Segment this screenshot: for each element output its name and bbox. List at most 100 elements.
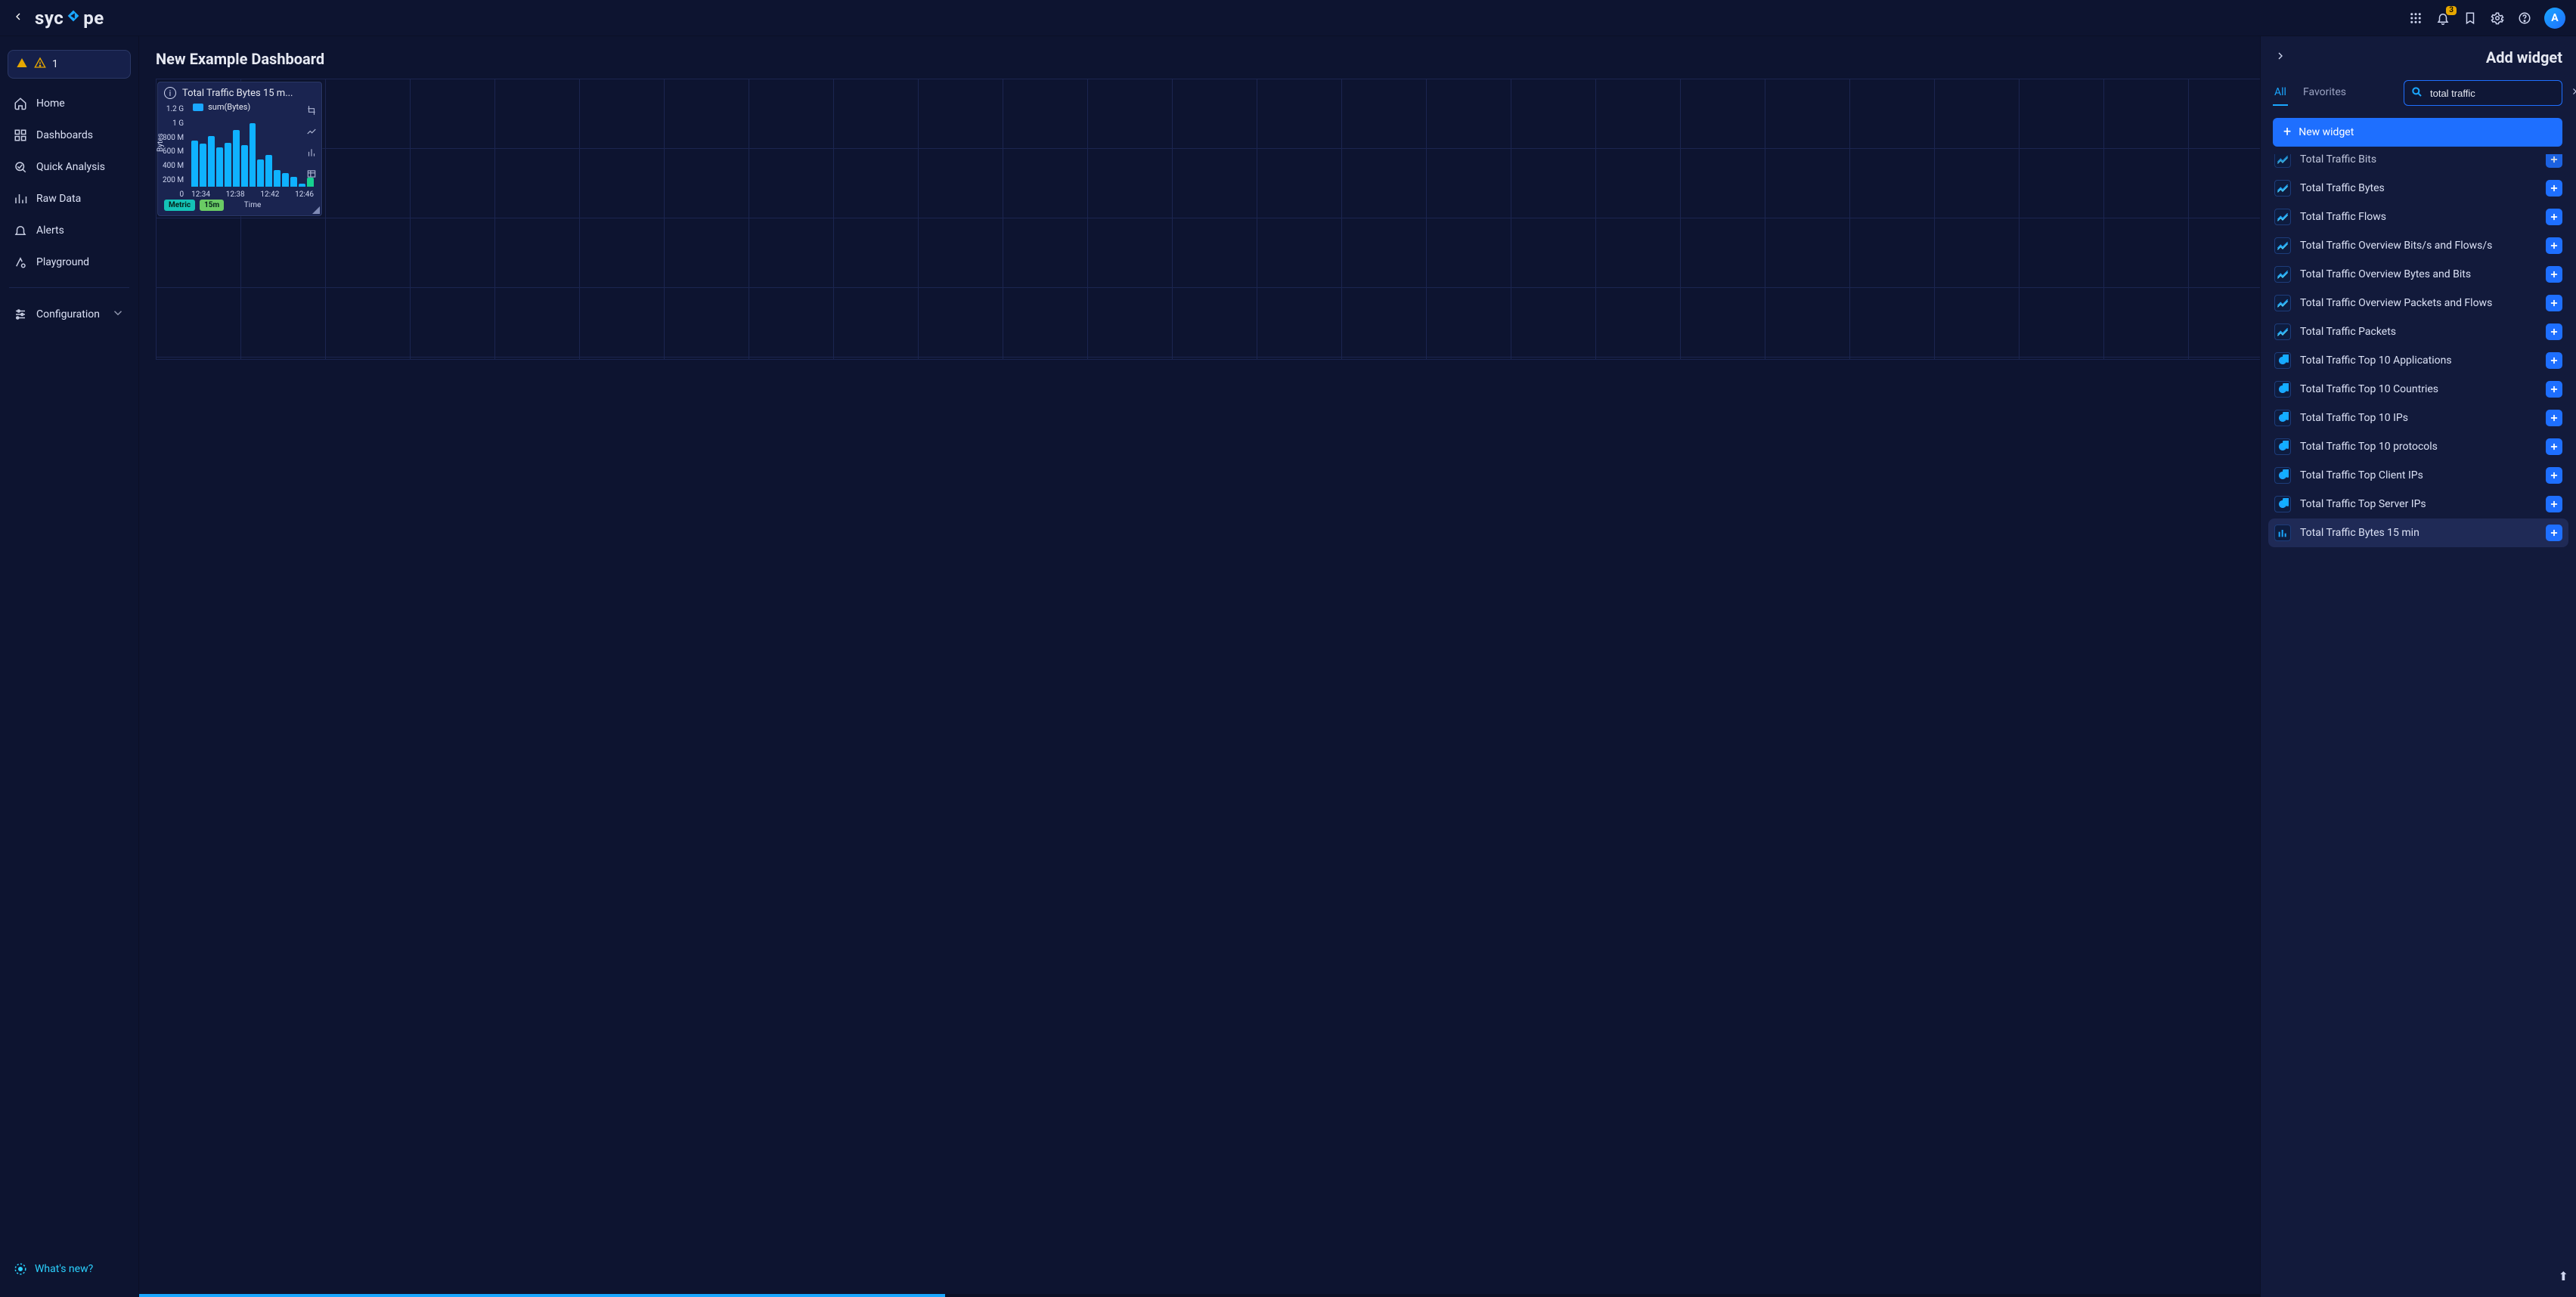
add-widget-button[interactable] [2546, 323, 2562, 340]
gear-icon[interactable] [2490, 11, 2505, 26]
tabs: All Favorites [2273, 80, 2348, 106]
legend-swatch-icon [193, 104, 203, 111]
collapse-panel-icon[interactable] [2271, 47, 2289, 68]
sidebar-item-home[interactable]: Home [6, 89, 132, 118]
widget-type-bar-icon [2274, 525, 2291, 541]
sidebar-item-quick-analysis[interactable]: Quick Analysis [6, 153, 132, 181]
list-item[interactable]: Total Traffic Overview Bytes and Bits [2268, 260, 2568, 289]
list-item-label: Total Traffic Bytes [2300, 182, 2537, 194]
tag-time: 15m [200, 200, 224, 211]
table-icon[interactable] [306, 169, 317, 182]
add-widget-button[interactable] [2546, 266, 2562, 283]
info-icon[interactable]: i [164, 87, 176, 99]
back-button[interactable] [8, 8, 29, 29]
bar [191, 141, 198, 187]
list-item[interactable]: Total Traffic Top Server IPs [2268, 490, 2568, 518]
logo-mark-icon [65, 8, 82, 29]
bar [290, 177, 297, 187]
add-widget-button[interactable] [2546, 352, 2562, 369]
add-widget-button[interactable] [2546, 154, 2562, 168]
plus-icon: + [2283, 125, 2291, 139]
help-icon[interactable] [2517, 11, 2532, 26]
list-item-label: Total Traffic Overview Bits/s and Flows/… [2300, 240, 2537, 252]
widget-type-pie-icon [2274, 438, 2291, 455]
list-item[interactable]: Total Traffic Top 10 Countries [2268, 375, 2568, 404]
logo[interactable]: syc pe [35, 8, 104, 29]
widget-total-traffic-bytes-15min[interactable]: i Total Traffic Bytes 15 m... Bytes 1.2 … [157, 82, 322, 216]
bar [274, 170, 281, 187]
layout-grid[interactable] [156, 79, 2260, 360]
add-widget-button[interactable] [2546, 295, 2562, 311]
list-item[interactable]: Total Traffic Bits [2268, 154, 2568, 174]
warning-solid-icon [16, 57, 28, 72]
sidebar-item-label: Raw Data [36, 193, 81, 205]
bar [250, 123, 256, 187]
add-widget-button[interactable] [2546, 180, 2562, 197]
sidebar-item-alerts[interactable]: Alerts [6, 216, 132, 245]
sidebar-item-dashboards[interactable]: Dashboards [6, 121, 132, 150]
list-item[interactable]: Total Traffic Packets [2268, 317, 2568, 346]
canvas: New Example Dashboard i Total Traffic By… [139, 36, 2260, 1297]
resize-handle[interactable] [312, 206, 320, 214]
sidebar-item-raw-data[interactable]: Raw Data [6, 184, 132, 213]
bar [299, 184, 305, 187]
add-widget-button[interactable] [2546, 438, 2562, 455]
widget-type-pie-icon [2274, 496, 2291, 512]
list-item[interactable]: Total Traffic Bytes 15 min [2268, 518, 2568, 547]
bar [282, 173, 289, 187]
whats-new[interactable]: What's new? [6, 1255, 132, 1289]
search-input[interactable] [2429, 87, 2565, 100]
bar-chart-icon[interactable] [306, 147, 317, 161]
clear-search-icon[interactable] [2571, 86, 2576, 100]
list-item[interactable]: Total Traffic Bytes [2268, 174, 2568, 203]
add-widget-button[interactable] [2546, 467, 2562, 484]
bookmark-icon[interactable] [2463, 11, 2478, 26]
sidebar-item-configuration[interactable]: Configuration [6, 299, 132, 330]
apps-grid-icon[interactable] [2408, 11, 2423, 26]
chart-legend: sum(Bytes) [193, 102, 250, 112]
tag-metric: Metric [164, 200, 195, 211]
widget-type-line-icon [2274, 154, 2291, 168]
list-item-label: Total Traffic Packets [2300, 326, 2537, 338]
list-item-label: Total Traffic Overview Bytes and Bits [2300, 268, 2537, 280]
search-icon [2410, 85, 2423, 101]
widget-type-pie-icon [2274, 467, 2291, 484]
list-item-label: Total Traffic Bytes 15 min [2300, 527, 2537, 539]
sidebar-item-label: Alerts [36, 224, 64, 237]
widget-type-line-icon [2274, 295, 2291, 311]
list-item[interactable]: Total Traffic Top 10 protocols [2268, 432, 2568, 461]
list-item[interactable]: Total Traffic Overview Bits/s and Flows/… [2268, 231, 2568, 260]
list-item[interactable]: Total Traffic Top 10 Applications [2268, 346, 2568, 375]
sidebar-item-playground[interactable]: Playground [6, 248, 132, 277]
warning-outline-icon [34, 57, 46, 72]
add-widget-button[interactable] [2546, 209, 2562, 225]
widget-list[interactable]: Total Traffic Bits Total Traffic Bytes Tot… [2261, 154, 2576, 1297]
add-widget-button[interactable] [2546, 525, 2562, 541]
widget-type-line-icon [2274, 180, 2291, 197]
bell-icon[interactable]: 3 [2435, 11, 2450, 26]
line-chart-icon[interactable] [306, 126, 317, 140]
avatar[interactable]: A [2544, 8, 2565, 29]
list-item[interactable]: Total Traffic Top 10 IPs [2268, 404, 2568, 432]
new-widget-button[interactable]: + New widget [2273, 118, 2562, 147]
list-item[interactable]: Total Traffic Overview Packets and Flows [2268, 289, 2568, 317]
warning-pill[interactable]: 1 [8, 50, 131, 79]
add-widget-button[interactable] [2546, 496, 2562, 512]
add-widget-button[interactable] [2546, 381, 2562, 398]
sidebar: 1 Home Dashboards Quick Analysis Raw Dat… [0, 36, 139, 1297]
bar [216, 147, 223, 187]
search-box[interactable] [2404, 80, 2562, 106]
bar [200, 144, 206, 187]
list-item-label: Total Traffic Top Server IPs [2300, 498, 2537, 510]
list-item[interactable]: Total Traffic Flows [2268, 203, 2568, 231]
list-item[interactable]: Total Traffic Top Client IPs [2268, 461, 2568, 490]
add-widget-button[interactable] [2546, 237, 2562, 254]
crop-icon[interactable] [306, 105, 317, 119]
tab-favorites[interactable]: Favorites [2302, 80, 2348, 106]
widget-type-pie-icon [2274, 381, 2291, 398]
bar [265, 155, 272, 187]
whats-new-label: What's new? [35, 1263, 93, 1275]
add-widget-button[interactable] [2546, 410, 2562, 426]
tab-all[interactable]: All [2273, 80, 2288, 106]
new-widget-label: New widget [2299, 126, 2354, 138]
